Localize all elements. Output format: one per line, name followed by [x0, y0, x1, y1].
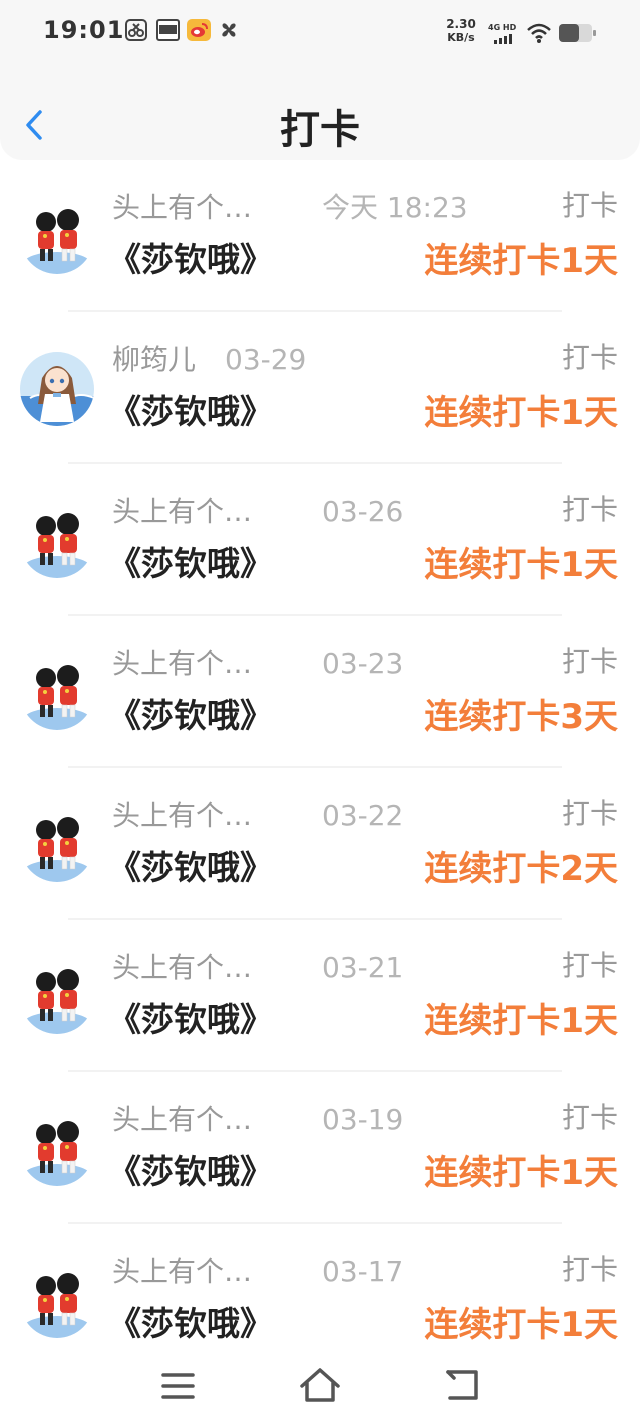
checkin-title: 《莎钦哦》 [108, 1304, 273, 1343]
weibo-icon [187, 19, 211, 43]
checkin-tag: 打卡 [561, 797, 618, 830]
post-time: 03-22 [322, 799, 404, 832]
return-button[interactable] [438, 1362, 486, 1410]
list-item[interactable]: 头上有个… 今天 18:23 打卡 《莎钦哦》 连续打卡1天 [0, 160, 640, 312]
user-name[interactable]: 头上有个… [112, 644, 252, 684]
battery-icon [558, 22, 598, 48]
post-time: 03-19 [322, 1103, 404, 1136]
user-name[interactable]: 头上有个… [112, 188, 252, 228]
streak-count: 连续打卡1天 [424, 241, 618, 281]
menu-button[interactable] [154, 1362, 202, 1410]
fan-icon [218, 19, 242, 43]
user-name[interactable]: 头上有个… [112, 796, 252, 836]
post-time: 今天 18:23 [322, 191, 468, 224]
user-name[interactable]: 头上有个… [112, 948, 252, 988]
checkin-tag: 打卡 [561, 949, 618, 982]
couple-avatar[interactable] [20, 960, 94, 1034]
streak-count: 连续打卡3天 [424, 697, 618, 737]
network-speed: 2.30 KB/s [446, 17, 476, 45]
back-return-icon [446, 1370, 478, 1400]
checkin-tag: 打卡 [561, 645, 618, 678]
toutiao-icon [156, 19, 180, 43]
status-time: 19:01 [43, 16, 125, 44]
checkin-title: 《莎钦哦》 [108, 1000, 273, 1039]
checkin-tag: 打卡 [561, 1101, 618, 1134]
user-name[interactable]: 柳筠儿 [112, 340, 196, 380]
checkin-title: 《莎钦哦》 [108, 1152, 273, 1191]
checkin-title: 《莎钦哦》 [108, 848, 273, 887]
user-name[interactable]: 头上有个… [112, 492, 252, 532]
post-time: 03-29 [225, 343, 307, 376]
couple-avatar[interactable] [20, 808, 94, 882]
couple-avatar[interactable] [20, 1264, 94, 1338]
couple-avatar[interactable] [20, 1112, 94, 1186]
checkin-title: 《莎钦哦》 [108, 392, 273, 431]
wifi-icon [526, 22, 552, 48]
streak-count: 连续打卡1天 [424, 393, 618, 433]
checkin-tag: 打卡 [561, 493, 618, 526]
system-nav-bar [0, 1350, 640, 1422]
checkin-tag: 打卡 [561, 341, 618, 374]
status-bar: 19:01 2.30 KB/s 4G HD [0, 0, 640, 66]
user-name[interactable]: 头上有个… [112, 1100, 252, 1140]
post-time: 03-21 [322, 951, 404, 984]
streak-count: 连续打卡1天 [424, 1305, 618, 1345]
list-item[interactable]: 头上有个… 03-23 打卡 《莎钦哦》 连续打卡3天 [0, 616, 640, 768]
checkin-tag: 打卡 [561, 189, 618, 222]
streak-count: 连续打卡1天 [424, 1001, 618, 1041]
screen: 19:01 2.30 KB/s 4G HD 打卡 头上有个… 今天 18:23 … [0, 0, 640, 1422]
checkin-title: 《莎钦哦》 [108, 696, 273, 735]
scissor-app-icon [125, 19, 149, 43]
streak-count: 连续打卡1天 [424, 545, 618, 585]
list-item[interactable]: 柳筠儿 03-29 打卡 《莎钦哦》 连续打卡1天 [0, 312, 640, 464]
couple-avatar[interactable] [20, 504, 94, 578]
header: 打卡 [0, 66, 640, 160]
post-time: 03-26 [322, 495, 404, 528]
home-button[interactable] [296, 1362, 344, 1410]
checkin-title: 《莎钦哦》 [108, 240, 273, 279]
menu-icon [161, 1373, 195, 1399]
list-item[interactable]: 头上有个… 03-19 打卡 《莎钦哦》 连续打卡1天 [0, 1072, 640, 1224]
couple-avatar[interactable] [20, 200, 94, 274]
checkin-title: 《莎钦哦》 [108, 544, 273, 583]
home-icon [300, 1368, 340, 1402]
list-item[interactable]: 头上有个… 03-26 打卡 《莎钦哦》 连续打卡1天 [0, 464, 640, 616]
streak-count: 连续打卡2天 [424, 849, 618, 889]
list-item[interactable]: 头上有个… 03-22 打卡 《莎钦哦》 连续打卡2天 [0, 768, 640, 920]
post-time: 03-17 [322, 1255, 404, 1288]
list-item[interactable]: 头上有个… 03-21 打卡 《莎钦哦》 连续打卡1天 [0, 920, 640, 1072]
checkin-list: 头上有个… 今天 18:23 打卡 《莎钦哦》 连续打卡1天 柳筠儿 03-29… [0, 160, 640, 1376]
streak-count: 连续打卡1天 [424, 1153, 618, 1193]
post-time: 03-23 [322, 647, 404, 680]
user-name[interactable]: 头上有个… [112, 1252, 252, 1292]
signal-icon: 4G HD [488, 22, 520, 50]
svg-text:4G HD: 4G HD [488, 23, 517, 32]
couple-avatar[interactable] [20, 656, 94, 730]
page-title: 打卡 [280, 107, 360, 153]
checkin-tag: 打卡 [561, 1253, 618, 1286]
anime-girl-avatar[interactable] [20, 352, 94, 426]
